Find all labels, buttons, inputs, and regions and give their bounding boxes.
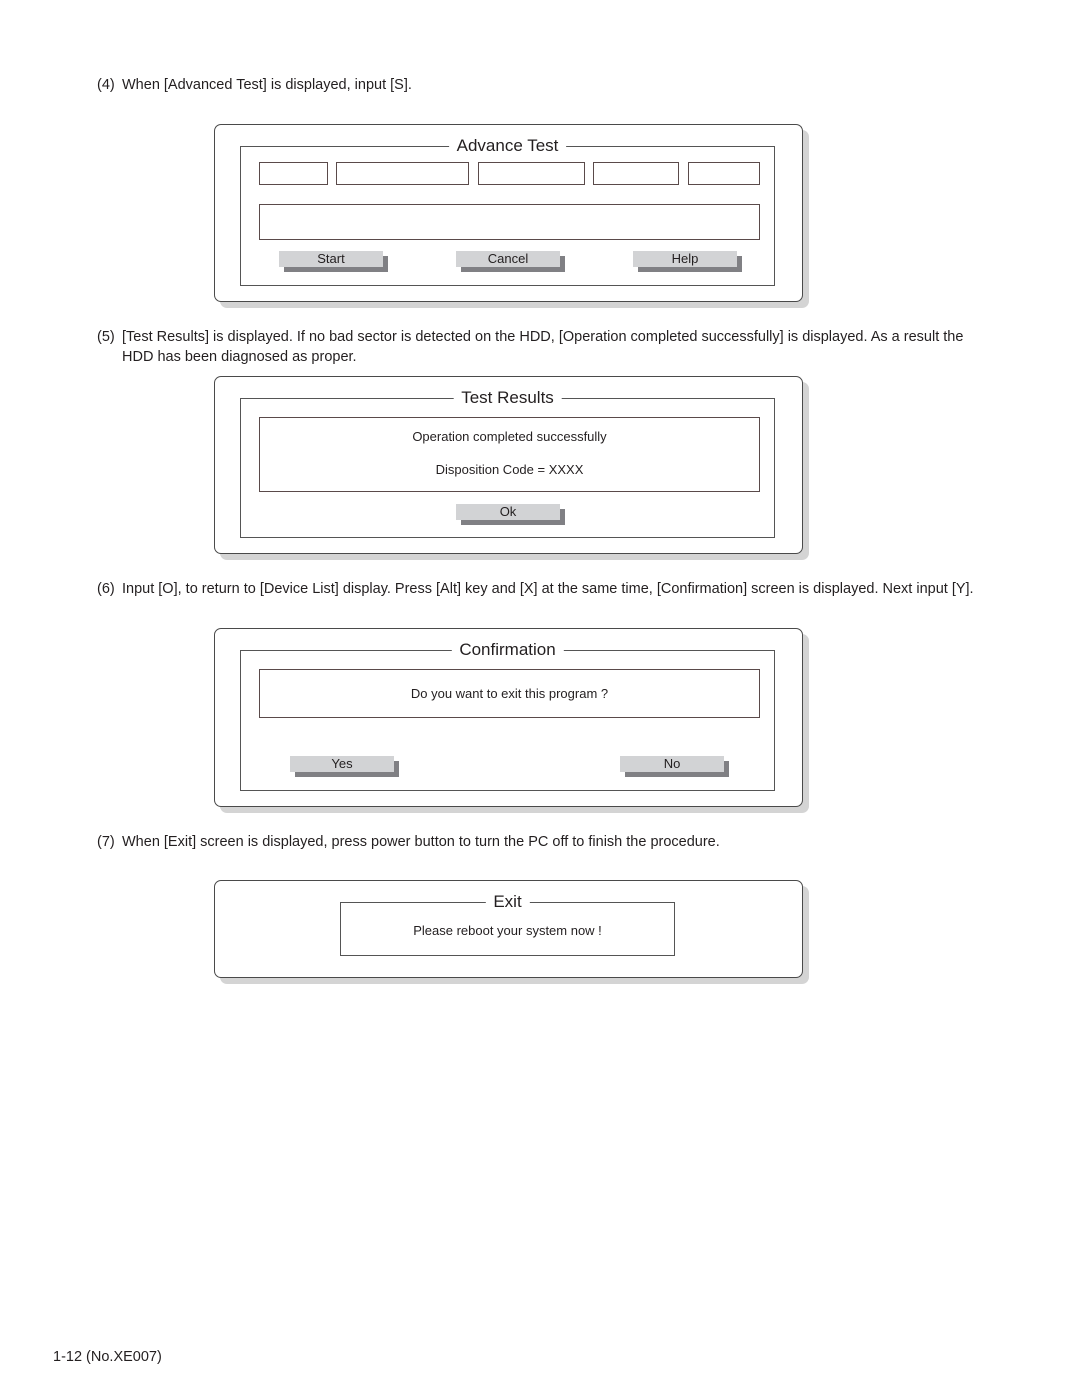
- exit-frame: Exit Please reboot your system now !: [340, 892, 675, 956]
- confirmation-dialog: Confirmation Do you want to exit this pr…: [214, 628, 803, 807]
- dialog-title: Exit: [485, 892, 530, 912]
- field-2: [336, 162, 469, 185]
- dialog-title: Advance Test: [448, 136, 567, 156]
- step-text: [Test Results] is displayed. If no bad s…: [122, 329, 964, 365]
- step-text: When [Exit] screen is displayed, press p…: [122, 834, 720, 850]
- test-results-frame: Test Results Operation completed success…: [240, 388, 775, 538]
- dialog-title: Confirmation: [451, 640, 564, 660]
- ok-button[interactable]: Ok: [456, 504, 565, 525]
- dialog-title: Test Results: [453, 388, 562, 408]
- step-4: (4) When [Advanced Test] is displayed, i…: [97, 75, 987, 95]
- exit-dialog: Exit Please reboot your system now !: [214, 880, 803, 978]
- advance-test-dialog: Advance Test Start Cancel Help: [214, 124, 803, 302]
- step-number: (7): [97, 834, 115, 850]
- step-7: (7) When [Exit] screen is displayed, pre…: [97, 832, 987, 852]
- yes-button[interactable]: Yes: [290, 756, 399, 777]
- step-text: When [Advanced Test] is displayed, input…: [122, 77, 412, 93]
- page-number: 1-12 (No.XE007): [53, 1349, 162, 1365]
- field-4: [593, 162, 679, 185]
- step-text: Input [O], to return to [Device List] di…: [122, 581, 974, 597]
- field-3: [478, 162, 585, 185]
- step-5: (5) [Test Results] is displayed. If no b…: [97, 327, 987, 367]
- disposition-code: Disposition Code = XXXX: [435, 462, 584, 477]
- field-1: [259, 162, 328, 185]
- exit-message: Please reboot your system now !: [413, 923, 602, 938]
- question-box: Do you want to exit this program ?: [259, 669, 760, 718]
- step-number: (4): [97, 77, 115, 93]
- step-number: (5): [97, 329, 115, 345]
- start-button[interactable]: Start: [279, 251, 388, 272]
- no-button[interactable]: No: [620, 756, 729, 777]
- test-results-dialog: Test Results Operation completed success…: [214, 376, 803, 554]
- output-area: [259, 204, 760, 240]
- question-message: Do you want to exit this program ?: [410, 686, 609, 701]
- confirmation-frame: Confirmation Do you want to exit this pr…: [240, 640, 775, 791]
- step-number: (6): [97, 581, 115, 597]
- result-message: Operation completed successfully: [412, 429, 607, 444]
- cancel-button[interactable]: Cancel: [456, 251, 565, 272]
- step-6: (6) Input [O], to return to [Device List…: [97, 579, 987, 599]
- field-5: [688, 162, 760, 185]
- advance-test-frame: Advance Test Start Cancel Help: [240, 136, 775, 286]
- help-button[interactable]: Help: [633, 251, 742, 272]
- result-box: Operation completed successfully Disposi…: [259, 417, 760, 492]
